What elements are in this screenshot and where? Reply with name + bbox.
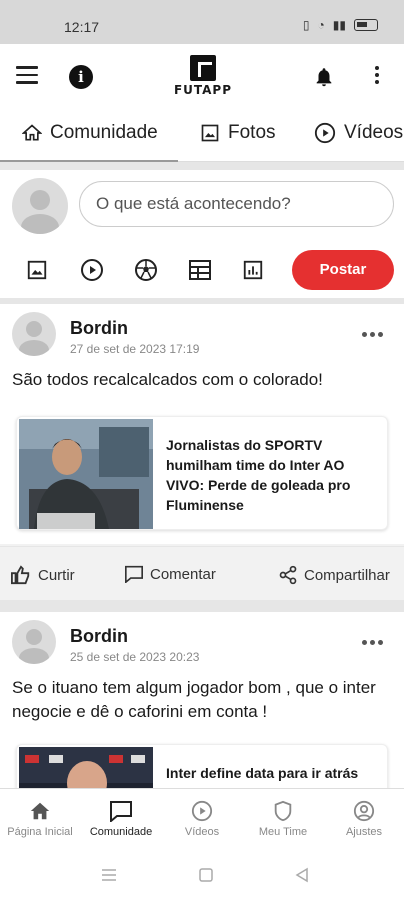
post-button[interactable]: Postar xyxy=(292,250,394,290)
nav-home[interactable]: Página Inicial xyxy=(0,799,80,838)
nav-ajustes[interactable]: Ajustes xyxy=(324,799,404,838)
post-composer: O que está acontecendo? Postar xyxy=(0,170,404,298)
divider xyxy=(0,162,404,170)
nav-label: Ajustes xyxy=(345,826,383,838)
shield-icon xyxy=(274,800,292,822)
menu-icon[interactable] xyxy=(16,66,38,84)
post-options-icon[interactable] xyxy=(362,640,383,645)
status-icons: ▯ ◔ ▮▮ xyxy=(303,18,378,32)
share-label: Compartilhar xyxy=(304,566,390,584)
status-time: 12:17 xyxy=(64,19,100,35)
tab-label: Fotos xyxy=(228,122,276,143)
nav-videos[interactable]: Vídeos xyxy=(162,799,242,838)
avatar xyxy=(12,178,68,234)
play-icon xyxy=(314,122,336,144)
post-card: Bordin 27 de set de 2023 17:19 São todos… xyxy=(0,304,404,585)
post-author[interactable]: Bordin xyxy=(70,626,128,647)
home-icon xyxy=(22,124,42,141)
play-icon xyxy=(191,800,213,822)
attach-table-button[interactable] xyxy=(188,258,242,282)
post-input[interactable]: O que está acontecendo? xyxy=(79,181,394,227)
post-author[interactable]: Bordin xyxy=(70,318,128,339)
home-icon xyxy=(30,802,50,820)
share-icon xyxy=(279,565,297,585)
avatar[interactable] xyxy=(12,312,56,356)
link-thumbnail xyxy=(19,419,153,529)
table-icon xyxy=(189,260,211,280)
post-text: Se o ituano tem algum jogador bom , que … xyxy=(12,678,376,721)
app-logo: FUTAPP xyxy=(168,55,238,97)
avatar[interactable] xyxy=(12,620,56,664)
tab-bar: Comunidade Fotos Vídeos xyxy=(0,110,404,162)
system-nav-bar xyxy=(0,844,404,900)
tab-videos[interactable]: Vídeos xyxy=(314,122,403,144)
tab-fotos[interactable]: Fotos xyxy=(200,122,276,144)
nav-meu-time[interactable]: Meu Time xyxy=(243,799,323,838)
thumbs-up-icon xyxy=(10,565,30,585)
link-preview[interactable]: Jornalistas do SPORTV humilham time do I… xyxy=(16,416,388,530)
image-icon xyxy=(27,260,47,280)
composer-tools xyxy=(26,258,296,282)
nav-comunidade[interactable]: Comunidade xyxy=(81,799,161,838)
link-title: Inter define data para ir atrás xyxy=(166,765,359,781)
back-icon[interactable] xyxy=(295,867,309,883)
tab-label: Vídeos xyxy=(344,122,404,143)
post-card: Bordin 25 de set de 2023 20:23 Se o itua… xyxy=(0,612,404,788)
like-label: Curtir xyxy=(38,566,75,584)
home-button-icon[interactable] xyxy=(198,867,214,883)
tab-comunidade[interactable]: Comunidade xyxy=(22,122,158,144)
link-title: Jornalistas do SPORTV humilham time do I… xyxy=(166,437,351,513)
status-bar: 12:17 ▯ ◔ ▮▮ xyxy=(0,0,404,44)
comment-icon xyxy=(125,565,143,583)
attach-image-button[interactable] xyxy=(26,258,80,282)
post-date: 27 de set de 2023 17:19 xyxy=(70,342,200,356)
more-vert-icon[interactable] xyxy=(370,66,384,88)
post-options-icon[interactable] xyxy=(362,332,383,337)
attach-poll-button[interactable] xyxy=(242,258,296,282)
nav-label: Vídeos xyxy=(184,826,220,838)
info-icon[interactable]: i xyxy=(69,65,93,89)
bar-chart-icon xyxy=(243,260,263,280)
tab-label: Comunidade xyxy=(50,122,158,143)
divider xyxy=(0,600,404,612)
soccer-ball-icon xyxy=(135,259,157,281)
app-bar: i FUTAPP xyxy=(0,44,404,110)
post-actions: Curtir Comentar Compartilhar xyxy=(0,546,404,602)
post-text: São todos recalcalcados com o colorado! xyxy=(12,370,323,389)
link-preview[interactable]: Inter define data para ir atrás xyxy=(16,744,388,788)
nav-label: Comunidade xyxy=(89,826,153,838)
like-button[interactable]: Curtir xyxy=(10,565,75,585)
signal-icon: ▮▮ xyxy=(332,18,346,32)
logo-text: FUTAPP xyxy=(173,83,233,97)
wifi-icon: ◔ xyxy=(317,18,325,32)
bottom-nav: Página Inicial Comunidade Vídeos Meu Tim… xyxy=(0,788,404,844)
logo-mark xyxy=(190,55,216,81)
image-icon xyxy=(201,124,219,142)
attach-match-button[interactable] xyxy=(134,258,188,282)
nav-label: Meu Time xyxy=(258,826,308,838)
play-icon xyxy=(81,259,103,281)
nav-label: Página Inicial xyxy=(7,826,73,838)
link-thumbnail xyxy=(19,747,153,788)
battery-icon xyxy=(354,19,378,31)
comment-button[interactable]: Comentar xyxy=(124,565,216,583)
chat-icon xyxy=(110,801,132,822)
comment-label: Comentar xyxy=(150,565,216,583)
share-button[interactable]: Compartilhar xyxy=(278,565,390,585)
recent-apps-icon[interactable] xyxy=(101,868,117,882)
account-icon xyxy=(353,800,375,822)
attach-video-button[interactable] xyxy=(80,258,134,282)
bell-icon[interactable] xyxy=(313,66,335,88)
vibrate-icon: ▯ xyxy=(302,18,310,32)
post-date: 25 de set de 2023 20:23 xyxy=(70,650,200,664)
